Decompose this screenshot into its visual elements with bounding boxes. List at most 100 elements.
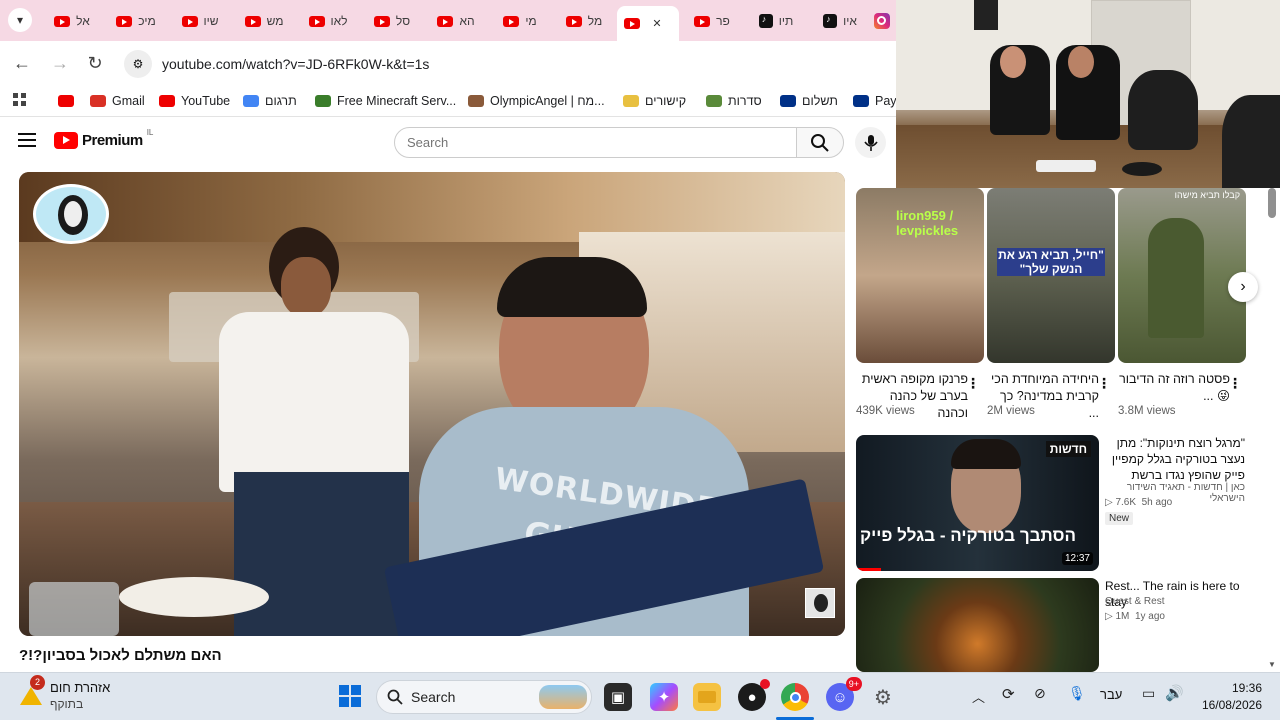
youtube-play-icon bbox=[54, 132, 78, 149]
monitor-icon[interactable]: ▭ bbox=[1142, 685, 1155, 702]
search-icon bbox=[811, 133, 829, 152]
bookmark-label: OlympicAngel | מח... bbox=[490, 94, 605, 108]
browser-tab[interactable]: לאו bbox=[297, 6, 359, 36]
more-actions-icon[interactable]: ⋮ bbox=[1097, 375, 1111, 392]
browser-tab[interactable]: הא bbox=[425, 6, 487, 36]
start-button[interactable] bbox=[338, 684, 362, 708]
page-scrollbar-thumb[interactable] bbox=[1268, 188, 1276, 218]
browser-tab[interactable]: פר bbox=[681, 6, 743, 36]
guide-menu-icon[interactable] bbox=[18, 133, 36, 147]
more-actions-icon[interactable]: ⋮ bbox=[966, 375, 980, 392]
browser-tab[interactable]: מיכ bbox=[105, 6, 167, 36]
bookmark-item[interactable]: YouTube bbox=[159, 92, 230, 110]
task-view-icon[interactable]: ▣ bbox=[604, 683, 632, 711]
input-language[interactable]: עבר bbox=[1100, 687, 1122, 702]
bookmark-item[interactable]: קישורים bbox=[623, 92, 686, 110]
view-count: 1M bbox=[1115, 611, 1130, 622]
short-overlay-text: קבלו תביא מישהו bbox=[1174, 190, 1240, 200]
short-thumbnail[interactable]: liron959 / levpickles bbox=[856, 188, 984, 363]
scroll-down-arrow[interactable]: ▼ bbox=[1268, 660, 1276, 669]
thumbnail-tag: חדשות bbox=[1045, 441, 1091, 457]
address-bar[interactable]: ⚙ youtube.com/watch?v=JD-6RFk0W-k&t=1s bbox=[120, 49, 896, 79]
tab-strip: ▾ אל מיכ שיו מש לאו סל הא מי מל ✕ פר תיו איו bbox=[0, 0, 896, 41]
branding-watermark[interactable] bbox=[805, 588, 835, 618]
weather-widget-icon[interactable]: 2 bbox=[18, 675, 45, 705]
video-waitress-face bbox=[281, 257, 331, 317]
short-views: 2M views bbox=[987, 405, 1035, 417]
sync-icon[interactable]: ⟳ bbox=[1002, 685, 1015, 703]
bookmark-item[interactable]: OlympicAngel | מח... bbox=[468, 92, 605, 110]
short-title[interactable]: פסטה רוזה זה הדיבור 😜 ... bbox=[1118, 371, 1230, 405]
browser-tab-active[interactable]: ✕ bbox=[617, 6, 679, 41]
back-button[interactable]: ← bbox=[10, 51, 34, 75]
weather-title[interactable]: אזהרת חום bbox=[50, 680, 110, 695]
short-thumbnail[interactable]: "חייל, תביא רגע את הנשק שלך" bbox=[987, 188, 1115, 363]
bookmark-item[interactable]: Free Minecraft Serv... bbox=[315, 92, 456, 110]
bookmark-item[interactable] bbox=[58, 92, 80, 110]
instagram-icon bbox=[873, 13, 890, 29]
browser-tab[interactable]: סל bbox=[361, 6, 423, 36]
short-thumbnail[interactable]: קבלו תביא מישהו bbox=[1118, 188, 1246, 363]
browser-tab[interactable]: מש bbox=[233, 6, 295, 36]
file-explorer-icon[interactable] bbox=[693, 683, 721, 711]
browser-tab[interactable] bbox=[873, 6, 896, 36]
search-button[interactable] bbox=[796, 127, 844, 158]
tab-label: לאו bbox=[330, 14, 348, 28]
bookmark-item[interactable]: Payl bbox=[853, 92, 899, 110]
shorts-next-button[interactable]: › bbox=[1228, 272, 1258, 302]
more-actions-icon[interactable]: ⋮ bbox=[1228, 375, 1242, 392]
site-info-icon[interactable]: ⚙ bbox=[124, 50, 152, 78]
forward-button[interactable]: → bbox=[48, 51, 72, 75]
search-icon bbox=[387, 689, 403, 705]
video-thumbnail[interactable] bbox=[856, 578, 1099, 672]
bookmark-item[interactable]: Gmail bbox=[90, 92, 145, 110]
clock-date[interactable]: 16/08/2026 bbox=[1198, 698, 1262, 712]
browser-tab[interactable]: איו bbox=[809, 6, 871, 36]
reload-button[interactable]: ↻ bbox=[83, 51, 107, 75]
bookmark-item[interactable]: תרגום bbox=[243, 92, 297, 110]
weather-badge: 2 bbox=[30, 675, 45, 690]
settings-gear-icon[interactable]: ⚙ bbox=[869, 683, 897, 711]
show-hidden-icons[interactable]: ︿ bbox=[972, 687, 985, 706]
view-count: 7.6K bbox=[1115, 497, 1137, 508]
browser-toolbar: ← → ↻ ⚙ youtube.com/watch?v=JD-6RFk0W-k&… bbox=[0, 41, 896, 85]
microphone-icon[interactable]: 🎙 bbox=[1068, 685, 1086, 702]
close-tab-icon[interactable]: ✕ bbox=[652, 17, 661, 30]
tab-label: תיו bbox=[778, 14, 794, 28]
taskbar-search-label: Search bbox=[411, 689, 456, 705]
bookmark-label: Gmail bbox=[112, 94, 145, 108]
url-text: youtube.com/watch?v=JD-6RFk0W-k&t=1s bbox=[162, 56, 430, 72]
browser-tab[interactable]: אל bbox=[41, 6, 103, 36]
youtube-premium-logo[interactable]: Premium IL bbox=[54, 128, 153, 149]
search-input[interactable] bbox=[407, 135, 796, 150]
video-player[interactable]: WORLDWIDE GUESS bbox=[19, 172, 845, 636]
channel-name[interactable]: Quest & Rest bbox=[1105, 596, 1164, 607]
tab-label: פר bbox=[716, 14, 730, 28]
weather-subtitle[interactable]: בתוקף bbox=[50, 697, 83, 711]
volume-icon[interactable]: 🔊 bbox=[1165, 684, 1184, 702]
obs-icon[interactable]: ● bbox=[738, 679, 770, 711]
browser-tab[interactable]: מל bbox=[553, 6, 615, 36]
voice-search-button[interactable] bbox=[855, 127, 886, 158]
bookmark-item[interactable]: סדרות bbox=[706, 92, 762, 110]
taskbar-search[interactable]: Search bbox=[376, 680, 592, 714]
youtube-icon bbox=[308, 15, 325, 27]
windows-logo-icon bbox=[339, 685, 361, 707]
video-plate bbox=[119, 577, 269, 617]
video-thumbnail[interactable]: חדשות הסתבך בטורקיה - בגלל פייק 12:37 bbox=[856, 435, 1099, 571]
chrome-icon[interactable] bbox=[781, 683, 809, 711]
youtube-icon bbox=[116, 15, 133, 27]
apps-icon[interactable] bbox=[12, 91, 28, 109]
tiktok-icon bbox=[823, 14, 838, 28]
bookmark-item[interactable]: תשלום bbox=[780, 92, 838, 110]
search-input-container[interactable] bbox=[394, 127, 797, 158]
video-title-link[interactable]: "מרגל רוצח תינוקות": מתן נעצר בטורקיה בג… bbox=[1105, 435, 1245, 483]
tab-search-button[interactable]: ▾ bbox=[8, 8, 32, 32]
network-off-icon[interactable]: ⊘ bbox=[1034, 685, 1046, 702]
browser-tab[interactable]: שיו bbox=[169, 6, 231, 36]
browser-tab[interactable]: מי bbox=[489, 6, 551, 36]
copilot-icon[interactable]: ✦ bbox=[650, 683, 678, 711]
clock-time[interactable]: 19:36 bbox=[1204, 681, 1262, 695]
browser-tab[interactable]: תיו bbox=[745, 6, 807, 36]
discord-icon[interactable]: ☺ 9+ bbox=[826, 677, 862, 711]
